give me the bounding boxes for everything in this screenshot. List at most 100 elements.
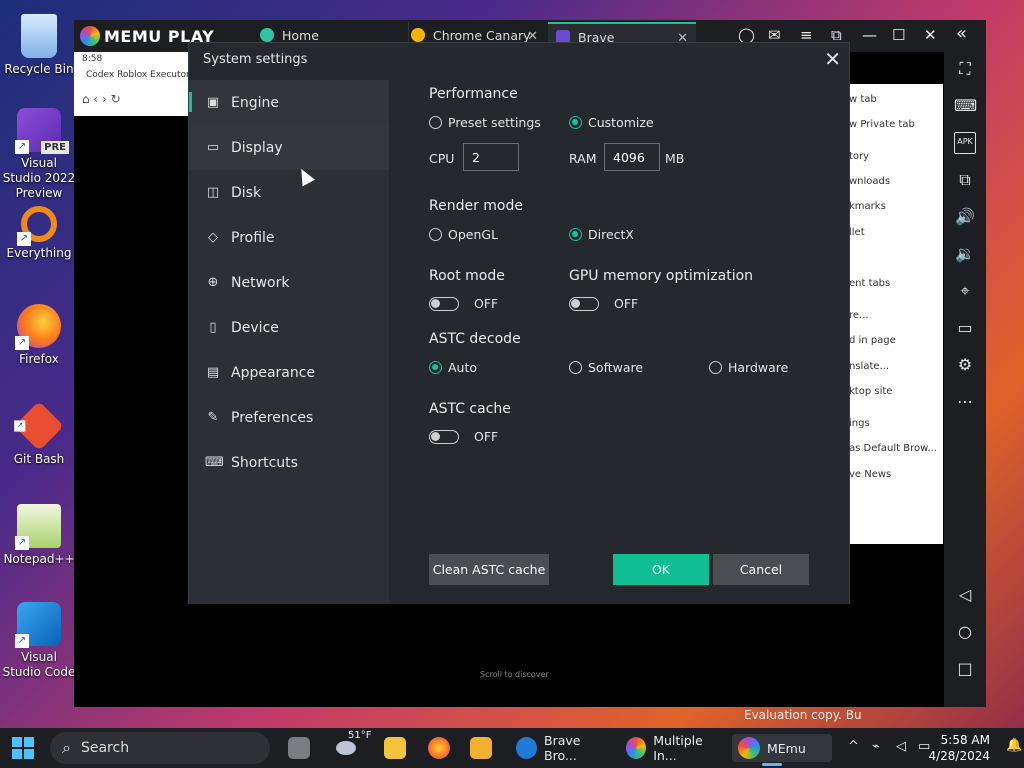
ram-label: RAM bbox=[569, 151, 597, 166]
menu-item[interactable]: ktop site bbox=[849, 386, 892, 397]
home-tab-icon bbox=[260, 28, 274, 42]
multi-window-icon[interactable]: ⧉ bbox=[954, 169, 976, 191]
toggle-state: OFF bbox=[614, 296, 639, 311]
astc-hardware-radio[interactable]: Hardware bbox=[709, 360, 788, 375]
astc-auto-radio[interactable]: Auto bbox=[429, 360, 477, 375]
astc-cache-toggle[interactable]: OFF bbox=[429, 429, 498, 444]
desktop-icon-everything[interactable]: ↗ Everything bbox=[2, 206, 76, 261]
nav-item-shortcuts[interactable]: ⌨ Shortcuts bbox=[189, 440, 389, 485]
menu-item[interactable]: nslate... bbox=[849, 361, 889, 372]
nav-item-engine[interactable]: ▣ Engine bbox=[189, 80, 389, 125]
clean-astc-cache-button[interactable]: Clean ASTC cache bbox=[429, 554, 549, 585]
taskbar-clock[interactable]: 5:58 AM 4/28/2024 bbox=[928, 732, 990, 764]
root-mode-toggle[interactable]: OFF bbox=[429, 296, 498, 311]
task-view-button[interactable] bbox=[288, 734, 317, 762]
status-time: 8:58 bbox=[82, 54, 103, 64]
menu-item[interactable]: ve News bbox=[849, 469, 891, 480]
settings-icon[interactable]: ⚙ bbox=[954, 354, 976, 376]
nav-item-appearance[interactable]: ▤ Appearance bbox=[189, 350, 389, 395]
close-dialog-button[interactable]: ✕ bbox=[824, 47, 841, 71]
folder-icon bbox=[384, 737, 406, 759]
menu-item[interactable]: llet bbox=[849, 227, 865, 238]
desktop-icon-label: Everything bbox=[6, 246, 72, 260]
start-button[interactable] bbox=[12, 737, 34, 759]
desktop-icon-visual-studio-preview[interactable]: PRE ↗ Visual Studio 2022 Preview bbox=[2, 108, 76, 201]
ok-button[interactable]: OK bbox=[613, 554, 709, 585]
nav-item-device[interactable]: ▯ Device bbox=[189, 305, 389, 350]
cancel-button[interactable]: Cancel bbox=[713, 554, 809, 585]
menu-item[interactable]: wnloads bbox=[849, 176, 890, 187]
radio-dot bbox=[709, 361, 722, 374]
memu-right-toolbar: ⛶ ⌨ APK ⧉ 🔊 🔉 ⌖ ▭ ⚙ ⋯ ◁ ○ □ bbox=[944, 52, 986, 707]
notifications-icon[interactable]: 🔔 bbox=[1006, 738, 1022, 753]
menu-item[interactable]: ent tabs bbox=[849, 278, 890, 289]
nav-label: Preferences bbox=[231, 409, 314, 426]
volume-up-icon[interactable]: 🔊 bbox=[954, 206, 976, 228]
ram-input[interactable] bbox=[604, 143, 660, 171]
menu-item[interactable]: w tab bbox=[849, 94, 877, 105]
network-status-icon[interactable]: ⌁ bbox=[872, 739, 880, 754]
nav-item-display[interactable]: ▭ Display bbox=[189, 125, 389, 170]
recents-icon[interactable]: □ bbox=[954, 658, 976, 680]
desktop-icon-notepad-plus-plus[interactable]: ↗ Notepad++ bbox=[2, 504, 76, 567]
nav-item-disk[interactable]: ◫ Disk bbox=[189, 170, 389, 215]
apk-icon[interactable]: APK bbox=[954, 132, 976, 154]
gpu-memory-toggle[interactable]: OFF bbox=[569, 296, 638, 311]
everything-icon: ↗ bbox=[17, 206, 57, 246]
notepad-plus-plus-icon: ↗ bbox=[15, 504, 61, 550]
settings-nav: ▣ Engine ▭ Display ◫ Disk ◇ Profile ⊕ Ne… bbox=[189, 80, 389, 604]
taskbar-item-label: MEmu bbox=[767, 740, 806, 756]
radio-label: OpenGL bbox=[448, 227, 499, 242]
file-explorer-button[interactable] bbox=[384, 734, 413, 762]
media-player-button[interactable] bbox=[470, 734, 499, 762]
directx-radio[interactable]: DirectX bbox=[569, 227, 634, 242]
volume-down-icon[interactable]: 🔉 bbox=[954, 243, 976, 265]
astc-software-radio[interactable]: Software bbox=[569, 360, 643, 375]
minimize-button[interactable]: — bbox=[862, 26, 877, 44]
folder-icon[interactable]: ▭ bbox=[954, 317, 976, 339]
astc-decode-title: ASTC decode bbox=[429, 331, 521, 347]
home-icon[interactable]: ○ bbox=[954, 621, 976, 643]
desktop-icon-firefox[interactable]: ↗ Firefox bbox=[2, 304, 76, 367]
tray-overflow-chevron[interactable]: ^ bbox=[848, 739, 859, 754]
preset-settings-radio[interactable]: Preset settings bbox=[429, 115, 541, 130]
menu-item[interactable]: re... bbox=[849, 310, 869, 321]
desktop-icon-git-bash[interactable]: ↗ Git Bash bbox=[2, 401, 76, 467]
firefox-taskbar-button[interactable] bbox=[428, 734, 457, 762]
location-icon[interactable]: ⌖ bbox=[954, 280, 976, 302]
desktop-icon-recycle-bin[interactable]: Recycle Bin bbox=[2, 14, 76, 77]
opengl-radio[interactable]: OpenGL bbox=[429, 227, 498, 242]
desktop-icon-vscode[interactable]: ↗ Visual Studio Code bbox=[2, 602, 76, 680]
customize-radio[interactable]: Customize bbox=[569, 115, 654, 130]
keyboard-icon[interactable]: ⌨ bbox=[954, 95, 977, 117]
nav-label: Display bbox=[231, 139, 283, 156]
nav-item-preferences[interactable]: ✎ Preferences bbox=[189, 395, 389, 440]
fullscreen-icon[interactable]: ⛶ bbox=[954, 58, 976, 80]
collapse-sidebar-button[interactable]: « bbox=[956, 23, 967, 44]
cpu-input[interactable] bbox=[463, 143, 519, 171]
menu-item[interactable]: ings bbox=[849, 418, 870, 429]
taskbar-item-brave[interactable]: Brave Bro... bbox=[512, 733, 614, 763]
nav-item-network[interactable]: ⊕ Network bbox=[189, 260, 389, 305]
brave-overflow-menu: w tab w Private tab tory wnloads kmarks … bbox=[839, 84, 943, 544]
taskbar-item-multiple-instances[interactable]: Multiple In... bbox=[622, 733, 724, 763]
weather-widget[interactable]: 51°F bbox=[336, 730, 371, 762]
back-icon[interactable]: ◁ bbox=[954, 584, 976, 606]
menu-item[interactable]: kmarks bbox=[849, 201, 886, 212]
memu-icon bbox=[738, 737, 760, 759]
menu-item[interactable]: d in page bbox=[849, 335, 896, 346]
shortcut-arrow-icon: ↗ bbox=[17, 232, 31, 246]
menu-item[interactable]: tory bbox=[849, 151, 869, 162]
tag-icon: ◇ bbox=[208, 229, 218, 245]
taskbar-item-label: Brave Bro... bbox=[544, 733, 581, 763]
more-icon[interactable]: ⋯ bbox=[954, 391, 976, 413]
menu-item[interactable]: w Private tab bbox=[849, 119, 915, 130]
taskbar-search[interactable]: ⌕ Search bbox=[50, 732, 270, 764]
maximize-button[interactable]: ☐ bbox=[892, 26, 905, 44]
taskbar-item-memu[interactable]: MEmu bbox=[732, 734, 832, 766]
mute-icon[interactable]: ◁ bbox=[896, 739, 906, 754]
nav-item-profile[interactable]: ◇ Profile bbox=[189, 215, 389, 260]
close-window-button[interactable]: ✕ bbox=[924, 26, 937, 44]
menu-item[interactable]: as Default Brow... bbox=[849, 443, 937, 454]
start-tile bbox=[12, 749, 22, 759]
